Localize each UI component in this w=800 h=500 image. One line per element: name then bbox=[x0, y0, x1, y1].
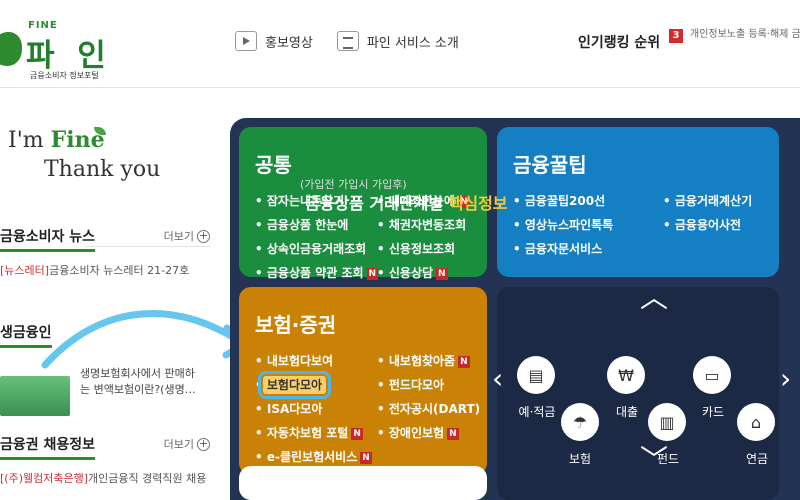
tips-item[interactable]: 금융꿀팁200선 bbox=[513, 192, 663, 209]
core-heading-main: 금융상품 거래단계별 bbox=[305, 194, 449, 213]
more-label: 더보기 bbox=[163, 438, 194, 451]
insurance-item[interactable]: 전자공시(DART) bbox=[377, 400, 502, 417]
left-arrow-icon[interactable]: ‹ bbox=[492, 362, 503, 395]
section-divider bbox=[85, 246, 210, 247]
insurance-item[interactable]: 내보험찾아줌N bbox=[377, 352, 502, 369]
plus-icon: + bbox=[197, 436, 210, 451]
logo-korean-text: 파 인 bbox=[26, 38, 112, 74]
insurance-icon[interactable]: ☂ bbox=[561, 403, 599, 441]
pension-label[interactable]: 연금 bbox=[722, 450, 792, 467]
logo-leaf-icon bbox=[0, 32, 22, 66]
news-heading[interactable]: 금융소비자 뉴스 bbox=[0, 226, 96, 252]
insurance-item-label: 장애인보험 bbox=[388, 426, 445, 440]
service-intro-link[interactable]: 파인 서비스 소개 bbox=[336, 31, 459, 51]
more-label: 더보기 bbox=[163, 230, 194, 243]
common-item[interactable]: 채권자변동조회 bbox=[377, 216, 502, 233]
job-heading[interactable]: 금융권 채용정보 bbox=[0, 434, 96, 460]
insurance-list: 내보험다보여 내보험찾아줌N 보험다모아 펀드다모아 ISA다모아 전자공시(D… bbox=[255, 352, 480, 465]
header: FINE 파 인 금융소비자 정보포털 홍보영상 파인 서비스 소개 인기랭킹 … bbox=[0, 0, 800, 88]
insurance-label[interactable]: 보험 bbox=[545, 450, 615, 467]
common-item-label: 신용상담 bbox=[388, 266, 434, 280]
job-item[interactable]: [(주)웰컴저축은행]개인금융직 경력직원 채용 bbox=[0, 470, 210, 486]
logo-subtitle: 금융소비자 정보포털 bbox=[30, 71, 99, 80]
next-card-edge bbox=[239, 466, 487, 500]
core-heading: 금융상품 거래단계별 핵심정보 bbox=[305, 190, 508, 214]
service-intro-label: 파인 서비스 소개 bbox=[366, 35, 459, 51]
job-tag: [(주)웰컴저축은행] bbox=[0, 472, 89, 485]
common-item[interactable]: 금융상품 약관 조회N bbox=[255, 264, 379, 281]
insurance-box: 보험·증권 내보험다보여 내보험찾아줌N 보험다모아 펀드다모아 ISA다모아 … bbox=[239, 287, 487, 475]
insurance-item-label: 자동차보험 포털 bbox=[266, 426, 349, 440]
play-icon bbox=[235, 31, 257, 51]
card-icon[interactable]: ▭ bbox=[693, 356, 731, 394]
insurance-item[interactable]: 자동차보험 포털N bbox=[255, 424, 377, 441]
loan-icon[interactable]: ₩ bbox=[607, 356, 645, 394]
insurance-item-label: e-클린보험서비스 bbox=[266, 450, 358, 464]
im-text: I'm bbox=[8, 128, 44, 153]
insurance-item-label: 내보험찾아줌 bbox=[388, 354, 456, 368]
tips-box: 금융꿀팁 금융꿀팁200선 금융거래계산기 영상뉴스파인톡톡 금융용어사전 금융… bbox=[497, 127, 779, 277]
new-badge: N bbox=[360, 451, 372, 464]
job-section: 금융권 채용정보 더보기 + [(주)웰컴저축은행]개인금융직 경력직원 채용 bbox=[0, 434, 210, 486]
common-item-label: 금융상품 약관 조회 bbox=[266, 266, 364, 280]
news-more-button[interactable]: 더보기 + bbox=[164, 228, 210, 244]
common-item[interactable]: 신용상담N bbox=[377, 264, 502, 281]
up-arrow-icon[interactable]: ︿ bbox=[640, 276, 668, 316]
ranking-number: 3 bbox=[669, 29, 683, 43]
right-arrow-icon[interactable]: › bbox=[780, 362, 791, 395]
insurance-item[interactable]: 내보험다보여 bbox=[255, 352, 377, 369]
common-item[interactable]: 신용정보조회 bbox=[377, 240, 502, 257]
insurance-item[interactable]: 펀드다모아 bbox=[377, 376, 502, 393]
job-more-button[interactable]: 더보기 + bbox=[164, 436, 210, 452]
insurance-title: 보험·증권 bbox=[255, 313, 337, 337]
common-item[interactable]: 금융상품 한눈에 bbox=[255, 216, 377, 233]
fund-icon[interactable]: ▥ bbox=[648, 403, 686, 441]
document-icon bbox=[336, 31, 359, 51]
top-nav: 홍보영상 파인 서비스 소개 bbox=[235, 31, 459, 51]
common-title: 공통 bbox=[255, 153, 292, 177]
ranking-title: 인기랭킹 순위 bbox=[578, 35, 661, 51]
promo-video-label: 홍보영상 bbox=[265, 35, 313, 51]
promo-video-link[interactable]: 홍보영상 bbox=[235, 31, 313, 51]
fund-label[interactable]: 펀드 bbox=[633, 450, 703, 467]
insurance-item[interactable]: e-클린보험서비스N bbox=[255, 448, 377, 465]
tips-title: 금융꿀팁 bbox=[513, 153, 587, 177]
ranking-item[interactable]: 개인정보노출 등록·해제 금융상품 한눈에 bbox=[690, 28, 800, 50]
common-item[interactable]: 상속인금융거래조회 bbox=[255, 240, 377, 257]
job-text: 개인금융직 경력직원 채용 bbox=[88, 472, 207, 485]
thank-you-text: Thank you bbox=[44, 157, 161, 182]
insurance-item[interactable]: 장애인보험N bbox=[377, 424, 502, 441]
site-logo[interactable]: FINE 파 인 금융소비자 정보포털 bbox=[0, 10, 120, 80]
tips-item[interactable]: 금융자문서비스 bbox=[513, 240, 663, 257]
tips-item[interactable]: 금융거래계산기 bbox=[663, 192, 783, 209]
tips-list: 금융꿀팁200선 금융거래계산기 영상뉴스파인톡톡 금융용어사전 금융자문서비스 bbox=[513, 192, 763, 257]
new-badge: N bbox=[447, 427, 459, 440]
tips-item[interactable]: 금융용어사전 bbox=[663, 216, 783, 233]
new-badge: N bbox=[458, 355, 470, 368]
insurance-item[interactable]: ISA다모아 bbox=[255, 400, 377, 417]
plus-icon: + bbox=[197, 228, 210, 243]
insurance-item-highlighted[interactable]: 보험다모아 bbox=[255, 371, 377, 399]
highlighted-label: 보험다모아 bbox=[257, 371, 332, 399]
core-heading-highlight: 핵심정보 bbox=[448, 194, 508, 213]
new-badge: N bbox=[436, 267, 448, 280]
pension-icon[interactable]: ⌂ bbox=[737, 403, 775, 441]
new-badge: N bbox=[351, 427, 363, 440]
deposit-icon[interactable]: ▤ bbox=[517, 356, 555, 394]
im-fine-text: I'm Fine bbox=[8, 127, 105, 153]
tips-item[interactable]: 영상뉴스파인톡톡 bbox=[513, 216, 663, 233]
